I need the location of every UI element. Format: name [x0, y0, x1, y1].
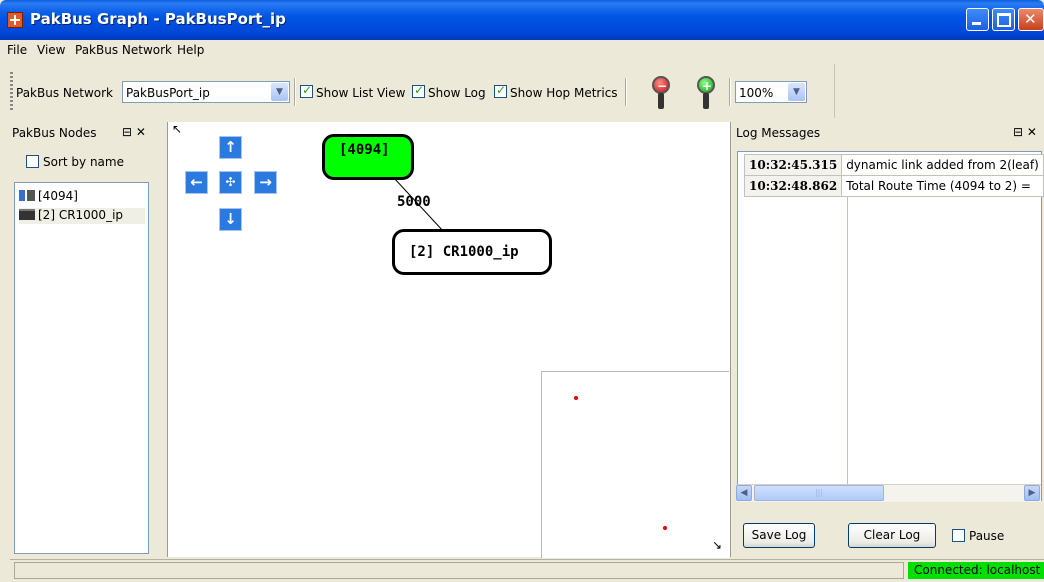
- link-label: 5000: [397, 194, 431, 210]
- graph-node-label: [4094]: [339, 142, 390, 158]
- show-hop-metrics-checkbox[interactable]: [494, 83, 507, 98]
- log-horizontal-scrollbar[interactable]: ◀ ||| ▶: [736, 484, 1041, 502]
- nodes-list[interactable]: [4094] [2] CR1000_ip: [14, 182, 149, 554]
- status-message: [14, 562, 904, 579]
- show-list-view-label: Show List View: [316, 86, 406, 100]
- show-log-label: Show Log: [428, 86, 486, 100]
- zoom-in-button[interactable]: [695, 76, 717, 110]
- menu-file[interactable]: File: [7, 43, 27, 57]
- menu-pakbus-network[interactable]: PakBus Network: [75, 43, 172, 57]
- log-time: 10:32:48.862: [743, 175, 843, 197]
- chevron-down-icon[interactable]: ▼: [788, 83, 805, 101]
- maximize-button[interactable]: [992, 8, 1015, 31]
- show-hop-metrics-label: Show Hop Metrics: [510, 86, 618, 100]
- pause-checkbox[interactable]: [952, 529, 965, 542]
- zoom-out-handle: [658, 93, 664, 109]
- show-log-checkbox[interactable]: [412, 83, 425, 98]
- toolbar-separator: [729, 78, 730, 106]
- log-panel-title: Log Messages: [736, 126, 821, 140]
- scroll-right-icon[interactable]: ▶: [1024, 485, 1040, 501]
- list-item[interactable]: [4094]: [19, 189, 78, 205]
- overview-node-dot: [574, 396, 578, 400]
- nodes-panel-title: PakBus Nodes: [12, 126, 97, 140]
- connection-status: Connected: localhost: [908, 562, 1044, 579]
- node-label: [4094]: [38, 189, 78, 203]
- graph-node-cr1000[interactable]: [2] CR1000_ip: [392, 229, 552, 275]
- app-window: PakBus Graph - PakBusPort_ip File View P…: [0, 0, 1044, 582]
- table-row[interactable]: 10:32:48.862 Total Route Time (4094 to 2…: [743, 175, 1044, 197]
- pause-label: Pause: [969, 529, 1005, 543]
- panel-dock-close-icon[interactable]: ⊟ ✕: [122, 125, 146, 139]
- log-message: Total Route Time (4094 to 2) =: [841, 175, 1044, 197]
- log-table: 10:32:45.315 dynamic link added from 2(l…: [743, 154, 1044, 197]
- toolbar: PakBus Network PakBusPort_ip ▼ Show List…: [10, 64, 835, 118]
- network-label: PakBus Network: [16, 86, 114, 100]
- resize-se-icon[interactable]: ↘: [712, 538, 722, 552]
- zoom-select[interactable]: 100% ▼: [735, 81, 807, 103]
- toolbar-grip[interactable]: [10, 72, 13, 110]
- zoom-select-value: 100%: [739, 86, 774, 100]
- log-column-divider: [847, 196, 848, 484]
- sort-by-name-checkbox[interactable]: [26, 155, 39, 168]
- chevron-down-icon[interactable]: ▼: [271, 83, 288, 101]
- graph-node-label: [2] CR1000_ip: [409, 244, 519, 260]
- scroll-thumb[interactable]: |||: [754, 485, 884, 501]
- overview-node-dot: [663, 526, 667, 530]
- log-list[interactable]: [737, 151, 1042, 501]
- graph-overview[interactable]: ↘: [541, 371, 729, 558]
- minimize-button[interactable]: [966, 8, 989, 31]
- node-label: [2] CR1000_ip: [38, 208, 124, 222]
- clear-log-button[interactable]: Clear Log: [848, 523, 936, 548]
- table-row[interactable]: 10:32:45.315 dynamic link added from 2(l…: [743, 154, 1044, 176]
- window-title: PakBus Graph - PakBusPort_ip: [30, 10, 286, 28]
- toolbar-separator: [294, 78, 295, 106]
- graph-node-4094[interactable]: [4094]: [322, 134, 414, 180]
- sort-by-name-label: Sort by name: [43, 155, 124, 169]
- zoom-out-button[interactable]: [650, 76, 672, 110]
- panel-dock-close-icon[interactable]: ⊟ ✕: [1013, 125, 1037, 139]
- log-time: 10:32:45.315: [743, 154, 843, 176]
- network-select[interactable]: PakBusPort_ip ▼: [122, 81, 290, 103]
- toolbar-separator: [625, 78, 626, 106]
- close-button[interactable]: [1018, 8, 1044, 31]
- zoom-in-handle: [703, 93, 709, 109]
- status-bar: Connected: localhost: [10, 559, 1044, 582]
- zoom-out-icon: [652, 76, 670, 94]
- network-select-value: PakBusPort_ip: [126, 86, 210, 100]
- menu-help[interactable]: Help: [177, 43, 204, 57]
- title-bar[interactable]: PakBus Graph - PakBusPort_ip: [0, 0, 1044, 40]
- save-log-button[interactable]: Save Log: [743, 523, 815, 548]
- app-icon: [7, 12, 23, 28]
- scroll-left-icon[interactable]: ◀: [736, 485, 752, 501]
- log-message: dynamic link added from 2(leaf): [841, 154, 1044, 176]
- datalogger-icon: [19, 209, 35, 220]
- show-list-view-checkbox[interactable]: [300, 83, 313, 98]
- zoom-in-icon: [697, 76, 715, 94]
- menu-view[interactable]: View: [37, 43, 65, 57]
- list-item[interactable]: [2] CR1000_ip: [19, 208, 145, 224]
- network-server-icon: [19, 190, 35, 201]
- menu-bar: File View PakBus Network Help: [0, 40, 1044, 60]
